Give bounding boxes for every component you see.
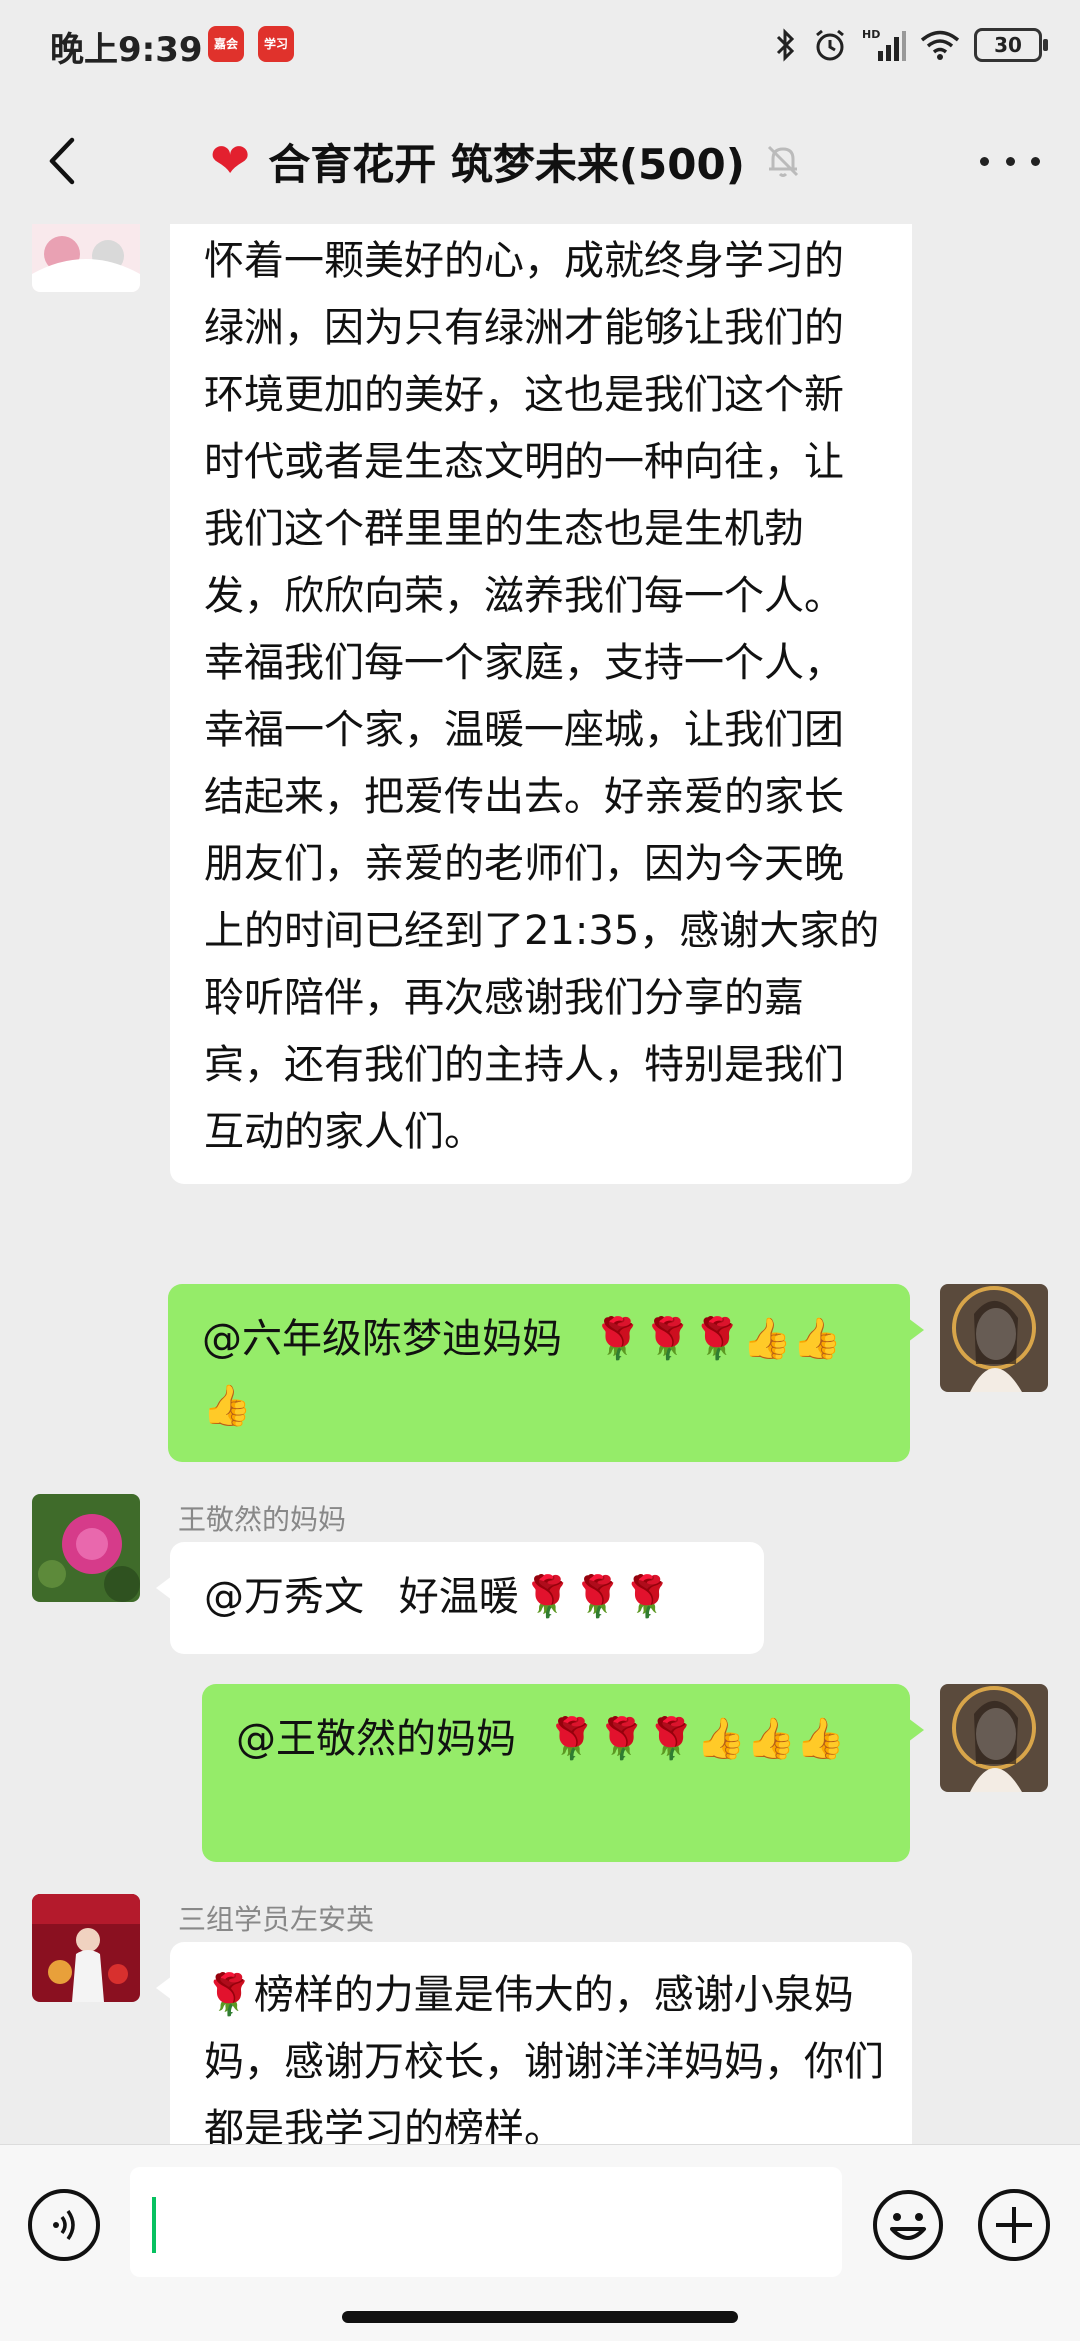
- avatar[interactable]: [32, 1494, 140, 1602]
- input-bar: [0, 2144, 1080, 2341]
- message-text: 好温暖: [398, 1574, 519, 1620]
- chevron-left-icon: [49, 137, 75, 185]
- wifi-icon: [920, 30, 960, 60]
- svg-text:HD: HD: [862, 28, 880, 41]
- dot-icon: [1005, 156, 1015, 166]
- voice-icon: [53, 2209, 75, 2241]
- status-bar: 晚上9:39 嘉会 学习 HD 30: [0, 0, 1080, 96]
- voice-input-button[interactable]: [28, 2189, 100, 2261]
- message-bubble[interactable]: @王敬然的妈妈 🌹🌹🌹👍👍👍: [202, 1684, 924, 1862]
- my-avatar[interactable]: [940, 1284, 1048, 1392]
- muted-bell-icon: [767, 145, 798, 177]
- message-text: 怀着一颗美好的心，成就终身学习的绿洲，因为只有绿洲才能够让我们的环境更加的美好，…: [204, 238, 880, 1155]
- alarm-icon: [816, 29, 844, 61]
- message-bubble[interactable]: @万秀文 好温暖 🌹🌹🌹: [156, 1542, 764, 1654]
- battery-icon: 30: [974, 28, 1048, 62]
- mention-text: @王敬然的妈妈: [236, 1716, 516, 1762]
- more-functions-button[interactable]: [978, 2189, 1050, 2261]
- message-bubble[interactable]: @六年级陈梦迪妈妈 🌹🌹🌹👍👍👍: [168, 1284, 924, 1462]
- home-indicator[interactable]: [342, 2311, 738, 2323]
- message-bubble[interactable]: 怀着一颗美好的心，成就终身学习的绿洲，因为只有绿洲才能够让我们的环境更加的美好，…: [170, 224, 912, 1184]
- heart-icon: ❤: [210, 133, 251, 189]
- more-options-button[interactable]: [980, 136, 1040, 186]
- sender-name: 三组学员左安英: [178, 1903, 375, 1936]
- avatar-image: [940, 1284, 1048, 1392]
- avatar-image: [32, 224, 140, 292]
- emoji-text: 🌹🌹🌹👍👍👍: [546, 1716, 846, 1762]
- chat-header: ❤ 合育花开 筑梦未来(500): [0, 96, 1080, 224]
- chat-title-group: ❤ 合育花开 筑梦未来(500): [210, 126, 803, 196]
- sender-name: 王敬然的妈妈: [178, 1503, 347, 1536]
- message-input[interactable]: [130, 2167, 842, 2277]
- mention-text: @万秀文: [204, 1574, 364, 1620]
- app-notification-icon: 学习: [258, 26, 294, 62]
- app-notification-icon: 嘉会: [208, 26, 244, 62]
- status-indicators: HD 30: [774, 20, 1048, 70]
- dot-icon: [980, 156, 989, 166]
- message-text: 榜样的力量是伟大的，感谢小泉妈妈，感谢万校长，谢谢洋洋妈妈，你们都是我学习的榜样…: [204, 1972, 884, 2144]
- avatar[interactable]: [32, 224, 140, 292]
- avatar-image: [32, 1894, 140, 2002]
- smiley-icon: [873, 2190, 943, 2260]
- emoji-text: 🌹🌹🌹: [522, 1574, 673, 1620]
- status-time: 晚上9:39: [50, 30, 203, 70]
- avatar-image: [32, 1494, 140, 1602]
- plus-icon: [996, 2207, 1032, 2243]
- emoji-button[interactable]: [872, 2189, 944, 2261]
- emoji-text: 🌹: [204, 1972, 254, 2018]
- message-bubble[interactable]: 🌹榜样的力量是伟大的，感谢小泉妈妈，感谢万校长，谢谢洋洋妈妈，你们都是我学习的榜…: [156, 1942, 912, 2144]
- back-button[interactable]: [30, 126, 94, 196]
- my-avatar[interactable]: [940, 1684, 1048, 1792]
- mention-text: @六年级陈梦迪妈妈: [202, 1316, 562, 1362]
- chat-title: 合育花开 筑梦未来(500): [268, 139, 745, 189]
- avatar[interactable]: [32, 1894, 140, 2002]
- message-list[interactable]: 怀着一颗美好的心，成就终身学习的绿洲，因为只有绿洲才能够让我们的环境更加的美好，…: [0, 224, 1080, 2144]
- bluetooth-icon: [776, 28, 795, 62]
- signal-icon: HD: [862, 28, 906, 61]
- text-cursor: [152, 2197, 156, 2253]
- dot-icon: [1031, 156, 1040, 166]
- avatar-image: [940, 1684, 1048, 1792]
